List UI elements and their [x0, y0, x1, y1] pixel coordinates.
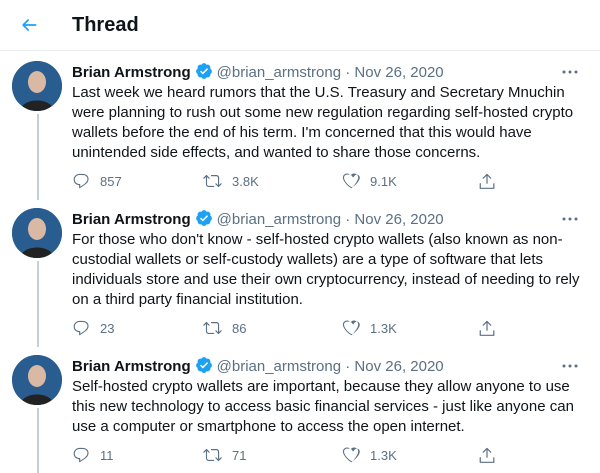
back-button[interactable] [14, 10, 44, 40]
verified-badge-icon [195, 63, 212, 79]
like-button[interactable]: 9.1K [342, 171, 397, 191]
reply-count: 11 [100, 447, 114, 463]
tweet-header: Brian Armstrong @brian_armstrong · Nov 26… [72, 356, 590, 376]
author-name[interactable]: Brian Armstrong [72, 64, 191, 81]
tweet-date[interactable]: Nov 26, 2020 [354, 211, 443, 228]
like-icon [342, 320, 360, 336]
author-handle[interactable]: @brian_armstrong [217, 358, 341, 375]
avatar-image [12, 355, 62, 405]
more-icon [562, 217, 578, 221]
retweet-button[interactable]: 3.8K [202, 171, 259, 191]
author-name[interactable]: Brian Armstrong [72, 211, 191, 228]
author-handle[interactable]: @brian_armstrong [217, 211, 341, 228]
like-count: 1.3K [370, 320, 397, 336]
reply-count: 23 [100, 320, 115, 336]
retweet-icon [203, 448, 222, 462]
reply-button[interactable]: 23 [72, 318, 114, 338]
tweet-date[interactable]: Nov 26, 2020 [354, 64, 443, 81]
tweet-text: For those who don't know - self-hosted c… [72, 231, 580, 308]
avatar[interactable] [12, 208, 62, 258]
reply-button[interactable]: 11 [72, 445, 114, 465]
back-arrow-icon [22, 19, 37, 31]
verified-badge-icon [195, 357, 212, 373]
more-button[interactable] [560, 62, 580, 82]
more-icon [562, 70, 578, 74]
tweet-actions: 857 3.8K 9.1K [72, 171, 512, 191]
avatar-image [12, 208, 62, 258]
reply-icon [73, 320, 89, 336]
reply-count: 857 [100, 173, 122, 189]
retweet-count: 71 [232, 447, 247, 463]
tweet-header: Brian Armstrong @brian_armstrong · Nov 26… [72, 62, 590, 82]
tweet[interactable]: Brian Armstrong @brian_armstrong · Nov 26… [0, 51, 600, 200]
separator-dot: · [345, 64, 351, 81]
more-button[interactable] [560, 209, 580, 229]
page-title: Thread [72, 14, 139, 36]
retweet-button[interactable]: 71 [202, 445, 246, 465]
tweet-text: Last week we heard rumors that the U.S. … [72, 84, 574, 161]
thread-connector-line [37, 261, 39, 347]
like-button[interactable]: 1.3K [342, 445, 397, 465]
more-icon [562, 364, 578, 368]
share-button[interactable] [478, 445, 506, 465]
like-icon [342, 173, 360, 189]
share-icon [479, 320, 495, 336]
tweet-actions: 23 86 1.3K [72, 318, 512, 338]
share-icon [479, 447, 495, 463]
separator-dot: · [345, 211, 351, 228]
verified-badge-icon [195, 210, 212, 226]
more-button[interactable] [560, 356, 580, 376]
tweet-header: Brian Armstrong @brian_armstrong · Nov 26… [72, 209, 590, 229]
retweet-count: 3.8K [232, 173, 259, 189]
avatar-image [12, 61, 62, 111]
share-button[interactable] [478, 171, 506, 191]
like-icon [342, 447, 360, 463]
like-button[interactable]: 1.3K [342, 318, 397, 338]
tweet-text: Self-hosted crypto wallets are important… [72, 378, 574, 435]
thread-connector-line [37, 114, 39, 200]
avatar[interactable] [12, 61, 62, 111]
like-count: 1.3K [370, 447, 397, 463]
like-count: 9.1K [370, 173, 397, 189]
share-icon [479, 173, 495, 189]
avatar[interactable] [12, 355, 62, 405]
author-handle[interactable]: @brian_armstrong [217, 64, 341, 81]
reply-button[interactable]: 857 [72, 171, 122, 191]
retweet-icon [203, 321, 222, 335]
retweet-button[interactable]: 86 [202, 318, 246, 338]
share-button[interactable] [478, 318, 506, 338]
retweet-count: 86 [232, 320, 247, 336]
tweet[interactable]: Brian Armstrong @brian_armstrong · Nov 26… [0, 345, 600, 473]
thread-header: Thread [0, 0, 600, 51]
tweet-actions: 11 71 1.3K [72, 445, 512, 465]
separator-dot: · [345, 358, 351, 375]
retweet-icon [203, 174, 222, 188]
tweet-date[interactable]: Nov 26, 2020 [354, 358, 443, 375]
tweet[interactable]: Brian Armstrong @brian_armstrong · Nov 26… [0, 198, 600, 347]
reply-icon [73, 173, 89, 189]
thread-connector-line [37, 408, 39, 473]
author-name[interactable]: Brian Armstrong [72, 358, 191, 375]
reply-icon [73, 447, 89, 463]
